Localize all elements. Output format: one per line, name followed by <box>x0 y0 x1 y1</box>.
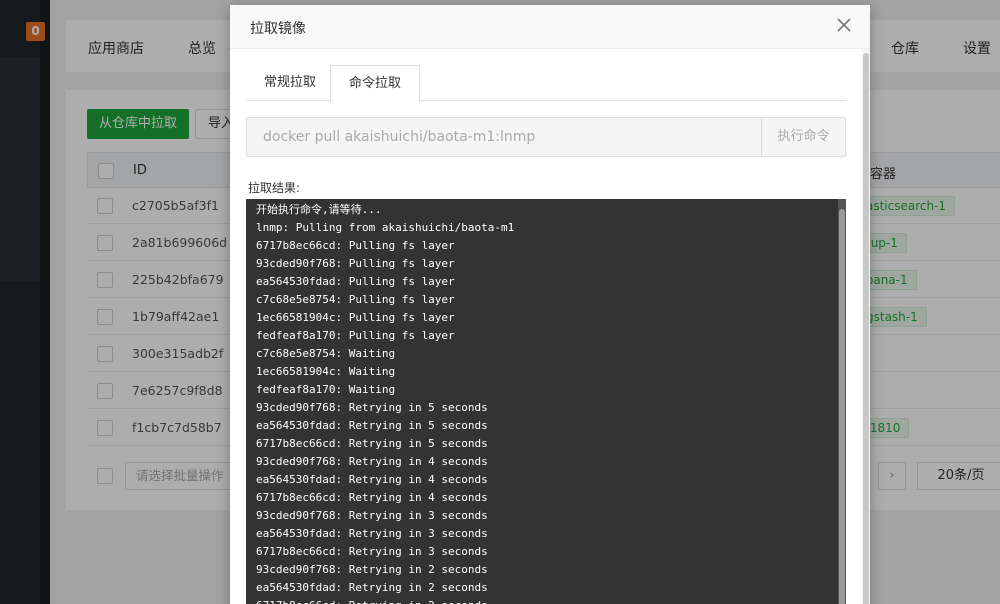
console-line: ea564530fdad: Retrying in 5 seconds <box>256 419 488 432</box>
pull-tabs: 常规拉取 命令拉取 <box>246 65 846 102</box>
console-line: 93cded90f768: Retrying in 3 seconds <box>256 509 488 522</box>
console-line: 6717b8ec66cd: Retrying in 2 seconds <box>256 597 826 604</box>
close-icon[interactable] <box>832 13 856 37</box>
console-line: ea564530fdad: Retrying in 4 seconds <box>256 473 488 486</box>
pull-result-console[interactable]: 开始执行命令,请等待... lnmp: Pulling from akaishui… <box>246 199 846 604</box>
console-line: c7c68e5e8754: Waiting <box>256 347 396 360</box>
console-line: 6717b8ec66cd: Pulling fs layer <box>256 239 455 252</box>
console-line: 1ec66581904c: Pulling fs layer <box>256 311 455 324</box>
tab-command-pull[interactable]: 命令拉取 <box>330 65 421 102</box>
console-line: 开始执行命令,请等待... <box>256 203 382 216</box>
command-input-group: docker pull akaishuichi/baota-m1:lnmp 执行… <box>246 117 846 157</box>
console-line: 93cded90f768: Pulling fs layer <box>256 257 455 270</box>
console-output: 开始执行命令,请等待... lnmp: Pulling from akaishui… <box>256 201 826 604</box>
dialog-scroll-thumb[interactable] <box>863 53 869 604</box>
console-line: 93cded90f768: Retrying in 2 seconds <box>256 563 488 576</box>
console-line: fedfeaf8a170: Waiting <box>256 383 396 396</box>
console-line: 1ec66581904c: Waiting <box>256 365 396 378</box>
console-line: 6717b8ec66cd: Retrying in 4 seconds <box>256 491 488 504</box>
console-line: ea564530fdad: Retrying in 2 seconds <box>256 581 488 594</box>
console-scroll-thumb[interactable] <box>839 209 845 604</box>
console-line: lnmp: Pulling from akaishuichi/baota-m1 <box>256 221 515 234</box>
console-line: ea564530fdad: Pulling fs layer <box>256 275 455 288</box>
pull-image-dialog: 拉取镜像 常规拉取 命令拉取 docker pull akaishuichi/b… <box>230 5 870 604</box>
console-scrollbar[interactable] <box>838 199 846 604</box>
tab-regular-pull[interactable]: 常规拉取 <box>246 65 334 101</box>
dialog-header: 拉取镜像 <box>230 5 870 49</box>
console-line: fedfeaf8a170: Pulling fs layer <box>256 329 455 342</box>
console-line: 6717b8ec66cd: Retrying in 3 seconds <box>256 545 488 558</box>
dialog-scrollbar[interactable] <box>862 49 870 604</box>
console-line: 6717b8ec66cd: Retrying in 5 seconds <box>256 437 488 450</box>
dialog-title: 拉取镜像 <box>250 21 306 37</box>
console-line: ea564530fdad: Retrying in 3 seconds <box>256 527 488 540</box>
console-line: c7c68e5e8754: Pulling fs layer <box>256 293 455 306</box>
console-line: 93cded90f768: Retrying in 5 seconds <box>256 401 488 414</box>
console-line: 93cded90f768: Retrying in 4 seconds <box>256 455 488 468</box>
command-input[interactable]: docker pull akaishuichi/baota-m1:lnmp <box>263 118 535 156</box>
result-label: 拉取结果: <box>248 181 301 195</box>
execute-command-button[interactable]: 执行命令 <box>761 118 845 156</box>
